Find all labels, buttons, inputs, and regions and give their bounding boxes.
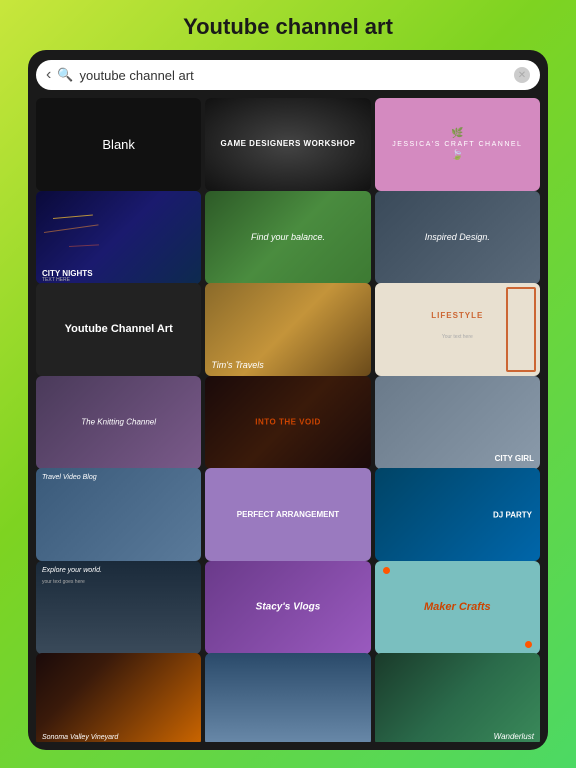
tile-perfect-label: Perfect Arrangement bbox=[237, 509, 339, 520]
tile-wanderlust-label: Wanderlust bbox=[494, 732, 534, 741]
tile-tims[interactable]: Tim's Travels bbox=[205, 283, 370, 376]
maker-dot-2 bbox=[525, 641, 532, 648]
leaf-icon-top: 🌿 bbox=[451, 128, 463, 139]
tile-void[interactable]: Into The Void bbox=[205, 376, 370, 469]
tile-dj[interactable]: DJ Party bbox=[375, 468, 540, 561]
search-bar[interactable]: ‹ 🔍 youtube channel art ✕ bbox=[36, 60, 540, 90]
device-frame: ‹ 🔍 youtube channel art ✕ Blank Game Des… bbox=[28, 50, 548, 750]
tile-blank-label: Blank bbox=[102, 137, 135, 152]
tile-wanderlust[interactable]: Wanderlust bbox=[375, 653, 540, 742]
tile-knitting-label: The Knitting Channel bbox=[81, 418, 156, 427]
tile-yt-channel[interactable]: Youtube Channel Art bbox=[36, 283, 201, 376]
tile-city-girl-label: City Girl bbox=[495, 454, 534, 463]
tile-lifestyle-label: Lifestyle bbox=[431, 311, 483, 320]
tile-mountain[interactable] bbox=[205, 653, 370, 742]
tile-perfect[interactable]: Perfect Arrangement bbox=[205, 468, 370, 561]
tile-maker[interactable]: Maker Crafts bbox=[375, 561, 540, 654]
template-grid: Blank Game Designers Workshop 🌿 Jessica'… bbox=[36, 98, 540, 742]
tile-sonoma[interactable]: Sonoma Valley Vineyard bbox=[36, 653, 201, 742]
tile-travel-label: Travel Video Blog bbox=[42, 474, 97, 481]
page-title: Youtube channel art bbox=[183, 14, 393, 40]
tile-city-girl[interactable]: City Girl bbox=[375, 376, 540, 469]
tile-game-label: Game Designers Workshop bbox=[220, 139, 355, 149]
tile-lifestyle[interactable]: Lifestyle Your text here bbox=[375, 283, 540, 376]
search-clear-button[interactable]: ✕ bbox=[514, 67, 530, 83]
tile-knitting[interactable]: The Knitting Channel bbox=[36, 376, 201, 469]
tile-tims-label: Tim's Travels bbox=[211, 360, 263, 370]
maker-dot-1 bbox=[383, 567, 390, 574]
tile-jessica-label: Jessica's Craft Channel bbox=[392, 141, 522, 148]
search-input[interactable]: youtube channel art bbox=[80, 68, 508, 83]
tile-maker-label: Maker Crafts bbox=[424, 601, 491, 613]
tile-jessica[interactable]: 🌿 Jessica's Craft Channel 🍃 bbox=[375, 98, 540, 191]
tile-sonoma-label: Sonoma Valley Vineyard bbox=[42, 734, 118, 741]
tile-travel-blog[interactable]: Travel Video Blog bbox=[36, 468, 201, 561]
tile-explore-sub: your text goes here bbox=[42, 579, 85, 585]
tile-city-nights-sub: Text here bbox=[42, 277, 70, 283]
tile-game[interactable]: Game Designers Workshop bbox=[205, 98, 370, 191]
tile-stacy[interactable]: Stacy's Vlogs bbox=[205, 561, 370, 654]
back-button[interactable]: ‹ bbox=[46, 66, 51, 84]
tile-dj-label: DJ Party bbox=[493, 510, 532, 519]
tile-yt-channel-label: Youtube Channel Art bbox=[65, 322, 173, 336]
tile-inspired-label: Inspired Design. bbox=[425, 232, 490, 242]
tile-explore[interactable]: Explore your world. your text goes here bbox=[36, 561, 201, 654]
leaf-icon-bottom: 🍃 bbox=[451, 150, 463, 161]
search-icon: 🔍 bbox=[57, 67, 73, 83]
lifestyle-deco bbox=[506, 287, 536, 372]
tile-city-nights[interactable]: City Nights Text here bbox=[36, 191, 201, 284]
tile-inspired[interactable]: Inspired Design. bbox=[375, 191, 540, 284]
tile-balance[interactable]: Find your balance. bbox=[205, 191, 370, 284]
tile-stacy-label: Stacy's Vlogs bbox=[256, 602, 321, 613]
tile-blank[interactable]: Blank bbox=[36, 98, 201, 191]
tile-lifestyle-sub: Your text here bbox=[442, 334, 473, 340]
tile-explore-label: Explore your world. bbox=[42, 567, 102, 574]
tile-balance-label: Find your balance. bbox=[251, 232, 325, 242]
tile-void-label: Into The Void bbox=[255, 418, 320, 427]
